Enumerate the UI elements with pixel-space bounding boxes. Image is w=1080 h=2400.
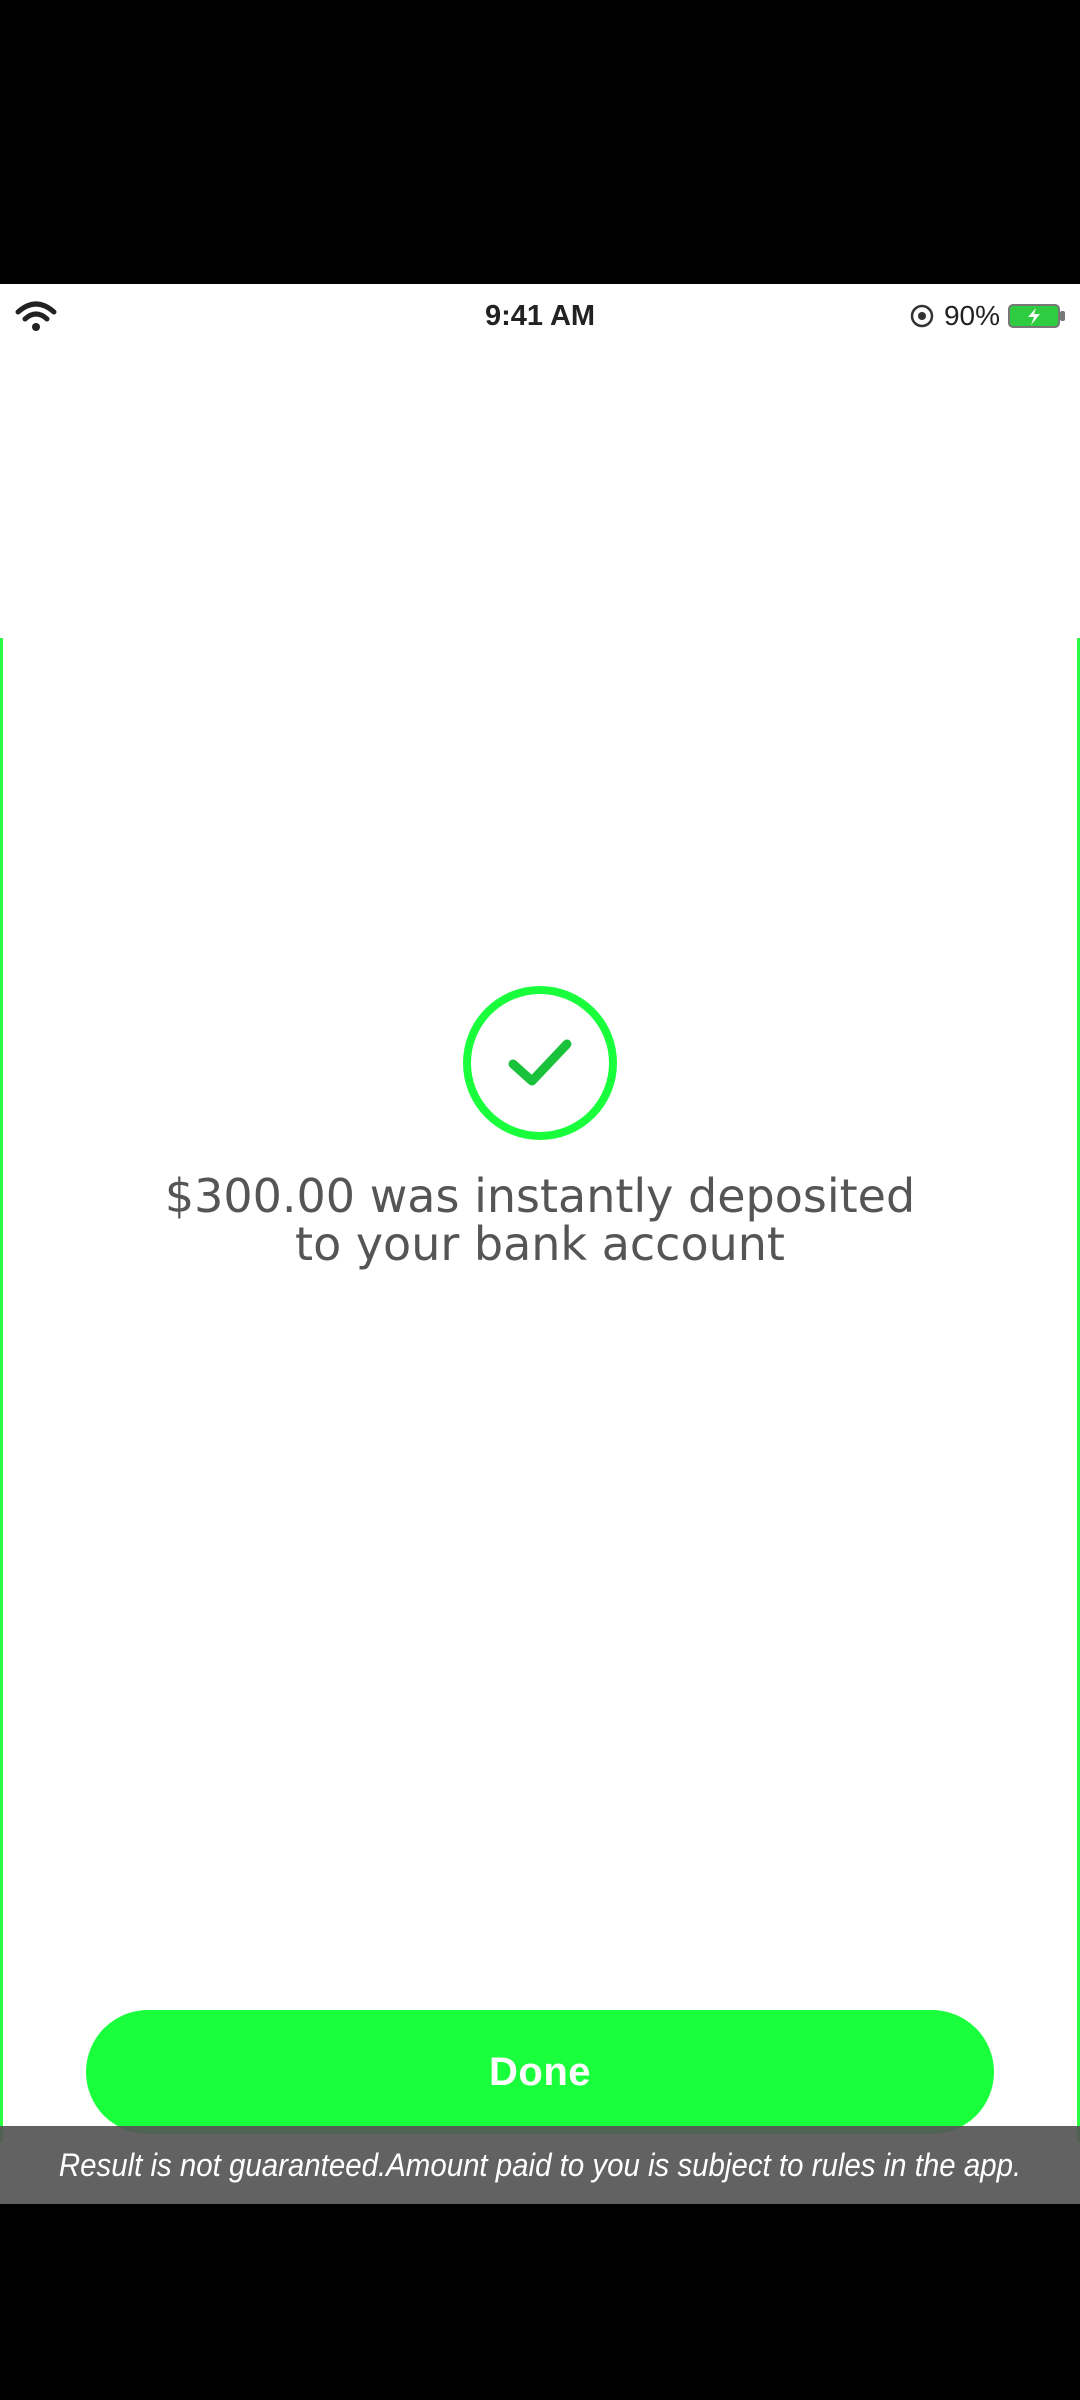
battery-percent: 90% [943,300,1000,331]
disclaimer-banner: Result is not guaranteed.Amount paid to … [0,2126,1080,2204]
battery-charging-icon [1008,304,1065,328]
check-circle-icon [463,986,617,1140]
status-bar: 9:41 AM 90% [0,284,1080,350]
disclaimer-text: Result is not guaranteed.Amount paid to … [58,2146,1022,2183]
left-accent-edge [0,638,3,2142]
status-right-group: 90% [908,298,1066,334]
deposit-confirmation-message: $300.00 was instantly deposited to your … [80,1172,1000,1268]
app-screen: 9:41 AM 90% $300.00 was instantly deposi… [0,284,1080,2204]
location-icon [910,304,934,328]
done-button[interactable]: Done [86,2010,994,2134]
message-line-2: to your bank account [295,1217,785,1271]
message-line-1: $300.00 was instantly deposited [164,1169,916,1223]
